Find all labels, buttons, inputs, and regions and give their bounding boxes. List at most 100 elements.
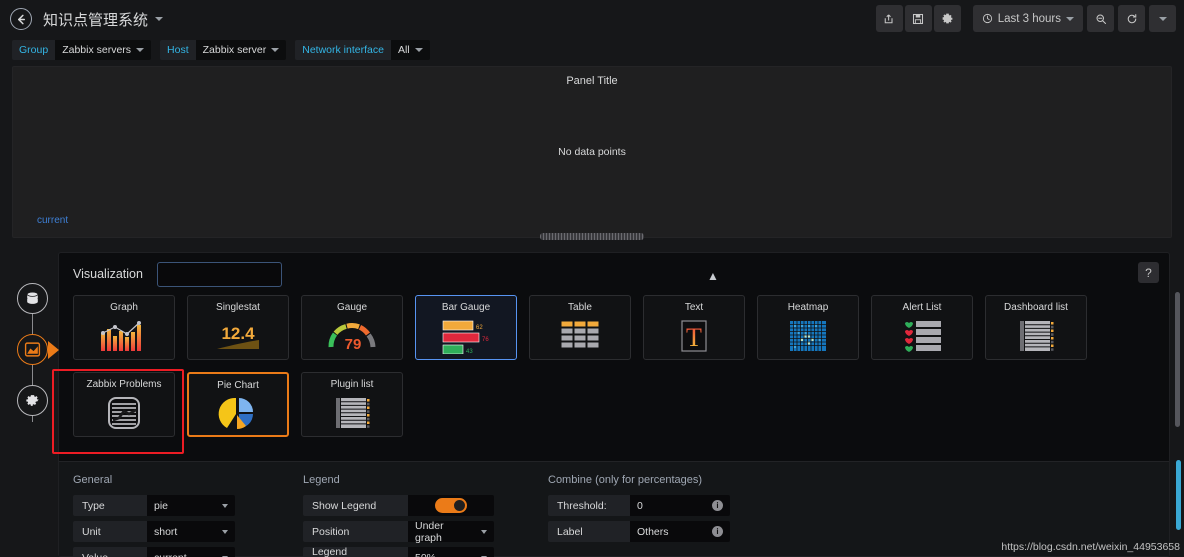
save-icon <box>913 13 924 24</box>
gear-icon <box>942 13 953 24</box>
viz-card-table[interactable]: Table <box>529 295 631 360</box>
chevron-down-icon <box>481 529 487 534</box>
options-general-section: General Type pie Unit short Val <box>73 474 273 557</box>
variable-network-interface-value[interactable]: All <box>390 39 430 60</box>
bar-line-chart-icon <box>74 313 174 359</box>
dashboard-title[interactable]: 知识点管理系统 <box>43 9 164 30</box>
combine-threshold-input[interactable]: 0 i <box>630 495 730 516</box>
chevron-down-icon <box>414 47 423 52</box>
viz-card-graph[interactable]: Graph <box>73 295 175 360</box>
variable-group-value[interactable]: Zabbix servers <box>55 39 152 60</box>
svg-text:43: 43 <box>466 349 473 354</box>
help-button[interactable]: ? <box>1138 262 1159 283</box>
variable-host[interactable]: Host Zabbix server <box>160 39 287 60</box>
viz-card-label: Graph <box>110 302 138 313</box>
info-icon[interactable]: i <box>712 526 723 537</box>
variable-network-interface[interactable]: Network interface All <box>295 39 430 60</box>
show-legend-toggle-cell[interactable] <box>408 495 494 516</box>
general-settings-tab[interactable] <box>16 385 48 416</box>
chevron-up-icon[interactable]: ▲ <box>707 270 719 282</box>
visualization-type-grid: Graph Singlestat 12.4 Gauge 79 Bar Gauge… <box>59 295 1169 437</box>
viz-card-text[interactable]: Text T <box>643 295 745 360</box>
variable-network-interface-label: Network interface <box>295 39 391 60</box>
variable-host-label: Host <box>160 39 196 60</box>
option-type-select[interactable]: pie <box>147 495 235 516</box>
chevron-down-icon <box>271 47 280 52</box>
legend-position-select[interactable]: Under graph <box>408 519 494 544</box>
back-button[interactable] <box>10 8 32 30</box>
svg-text:T: T <box>686 323 702 352</box>
share-dashboard-button[interactable] <box>875 5 903 32</box>
chevron-down-icon <box>222 529 228 534</box>
option-value-select[interactable]: current <box>147 547 235 557</box>
svg-text:76: 76 <box>482 337 489 343</box>
viz-card-label: Alert List <box>902 302 942 313</box>
option-row-position: Position Under graph <box>303 519 518 544</box>
page-scrollbar[interactable] <box>1176 460 1181 530</box>
visualization-search-input[interactable] <box>170 268 313 280</box>
legend-breakpoint-select[interactable]: 50% <box>408 547 494 557</box>
gear-cog-icon <box>25 395 39 406</box>
time-range-picker[interactable]: Last 3 hours <box>972 5 1083 32</box>
editor-tab-rail <box>12 283 52 436</box>
option-value: Under graph <box>415 519 444 544</box>
panel-resize-handle[interactable] <box>540 233 644 240</box>
section-title: Legend <box>303 474 340 486</box>
variable-network-interface-value-text: All <box>397 43 410 56</box>
refresh-interval-dropdown[interactable] <box>1149 5 1176 32</box>
viz-card-label: Text <box>684 302 704 313</box>
show-legend-toggle[interactable] <box>435 498 467 513</box>
viz-card-heatmap[interactable]: Heatmap <box>757 295 859 360</box>
chart-area-icon <box>24 342 40 357</box>
visualization-tab[interactable] <box>16 334 48 365</box>
chevron-down-icon <box>1158 16 1167 21</box>
option-value: current <box>154 552 187 557</box>
queries-tab[interactable] <box>16 283 48 314</box>
refresh-button[interactable] <box>1118 5 1145 32</box>
option-label: Label <box>548 521 630 542</box>
viz-card-gauge[interactable]: Gauge 79 <box>301 295 403 360</box>
option-value: Others <box>637 525 669 538</box>
option-label: Threshold: <box>548 495 630 516</box>
viz-card-alert-list[interactable]: Alert List <box>871 295 973 360</box>
visualization-search-box[interactable] <box>156 261 313 287</box>
option-row-threshold: Threshold: 0 i <box>548 495 763 516</box>
option-value: pie <box>154 499 169 512</box>
viz-card-pie-chart[interactable]: Pie Chart <box>187 372 289 437</box>
option-row-label: Label Others i <box>548 521 763 542</box>
viz-card-bar-gauge[interactable]: Bar Gauge 62 76 43 <box>415 295 517 360</box>
viz-card-zabbix-problems[interactable]: Zabbix Problems <box>73 372 175 437</box>
zoom-out-icon <box>1095 13 1106 24</box>
viz-card-singlestat[interactable]: Singlestat 12.4 <box>187 295 289 360</box>
option-unit-select[interactable]: short <box>147 521 235 542</box>
variable-group[interactable]: Group Zabbix servers <box>12 39 152 60</box>
panel-legend-item[interactable]: current <box>37 215 68 226</box>
viz-card-label: Zabbix Problems <box>86 379 162 390</box>
viz-card-label: Plugin list <box>330 379 374 390</box>
info-icon[interactable]: i <box>712 500 723 511</box>
arrow-left-icon <box>17 14 25 24</box>
save-dashboard-button[interactable] <box>904 5 932 32</box>
viz-card-dashboard-list[interactable]: Dashboard list <box>985 295 1087 360</box>
viz-card-label: Bar Gauge <box>441 302 491 313</box>
chevron-down-icon <box>136 47 145 52</box>
option-label: Position <box>303 521 408 542</box>
alert-list-icon <box>872 313 972 359</box>
plugin-list-icon <box>302 390 402 436</box>
gauge-value: 79 <box>345 336 362 353</box>
option-label: Show Legend <box>303 495 408 516</box>
viz-card-label: Table <box>568 302 592 313</box>
table-icon <box>530 313 630 359</box>
options-scrollbar[interactable] <box>1175 292 1180 427</box>
template-variable-bar: Group Zabbix servers Host Zabbix server … <box>0 38 1184 61</box>
viz-card-plugin-list[interactable]: Plugin list <box>301 372 403 437</box>
option-label: Type <box>73 495 147 516</box>
database-icon <box>26 291 38 304</box>
refresh-icon <box>1127 13 1136 23</box>
variable-host-value[interactable]: Zabbix server <box>195 39 287 60</box>
dashboard-settings-button[interactable] <box>933 5 961 32</box>
zoom-out-button[interactable] <box>1087 5 1114 32</box>
option-label: Value <box>73 547 147 557</box>
combine-label-input[interactable]: Others i <box>630 521 730 542</box>
pie-chart-icon <box>189 391 287 435</box>
